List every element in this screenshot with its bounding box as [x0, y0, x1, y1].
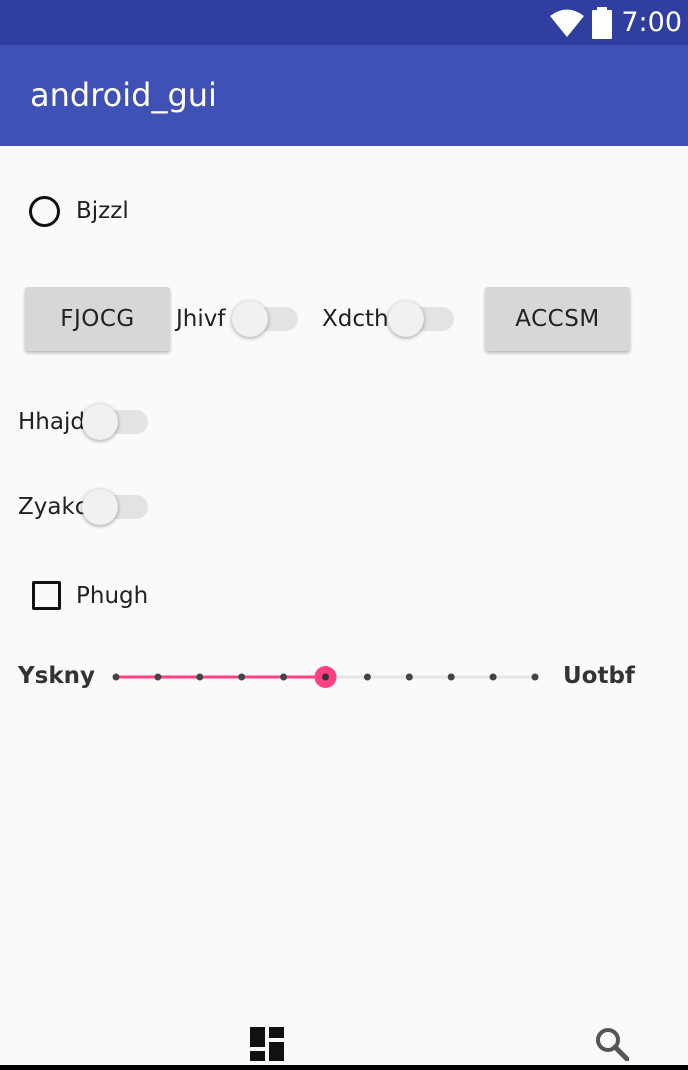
dashboard-icon[interactable] [250, 1027, 284, 1061]
status-icons: 7:00 [550, 0, 682, 45]
radio-bjzzl[interactable]: Bjzzl [28, 193, 138, 233]
fjocg-button[interactable]: FJOCG [25, 287, 170, 351]
switch-hhajd-label: Hhajd [18, 409, 85, 435]
seekbar-tick[interactable] [238, 673, 246, 681]
status-bar: 7:00 [0, 0, 688, 45]
checkbox-box[interactable] [32, 581, 61, 610]
seekbar-tick[interactable] [196, 673, 204, 681]
seekbar-left-label: Yskny [18, 663, 96, 689]
seekbar-tick[interactable] [489, 673, 497, 681]
seekbar-tick[interactable] [531, 673, 539, 681]
seekbar-tick[interactable] [280, 673, 288, 681]
switch-thumb[interactable] [388, 301, 424, 337]
status-time: 7:00 [621, 7, 682, 38]
switch-thumb[interactable] [232, 301, 268, 337]
checkbox-label: Phugh [76, 583, 149, 609]
switch-zyakc-label: Zyakc [18, 494, 88, 520]
seekbar-tick[interactable] [154, 673, 162, 681]
switch-xdcth-label: Xdcth [322, 306, 389, 332]
switch-zyakc[interactable] [82, 488, 148, 526]
seekbar-tick[interactable] [447, 673, 455, 681]
accsm-button[interactable]: ACCSM [485, 287, 630, 351]
switch-hhajd[interactable] [82, 403, 148, 441]
seekbar[interactable] [106, 657, 546, 697]
switch-thumb[interactable] [82, 404, 118, 440]
radio-label: Bjzzl [76, 198, 129, 224]
battery-icon [592, 6, 613, 39]
seekbar-tick[interactable] [363, 673, 371, 681]
seekbar-right-label: Uotbf [563, 663, 635, 689]
seekbar-tick[interactable] [405, 673, 413, 681]
bottom-edge [0, 1065, 688, 1070]
app-title: android_gui [30, 76, 217, 114]
switch-thumb[interactable] [82, 489, 118, 525]
seekbar-tick[interactable] [112, 673, 120, 681]
app-bar: android_gui [0, 45, 688, 146]
search-icon[interactable] [595, 1027, 629, 1061]
radio-circle[interactable] [29, 196, 60, 227]
wifi-icon [550, 9, 585, 37]
seekbar-thumb-tick[interactable] [322, 673, 329, 681]
switch-xdcth[interactable] [388, 300, 454, 338]
checkbox-phugh[interactable]: Phugh [28, 578, 158, 618]
switch-jhivf-label: Jhivf [176, 306, 226, 332]
switch-jhivf[interactable] [232, 300, 298, 338]
